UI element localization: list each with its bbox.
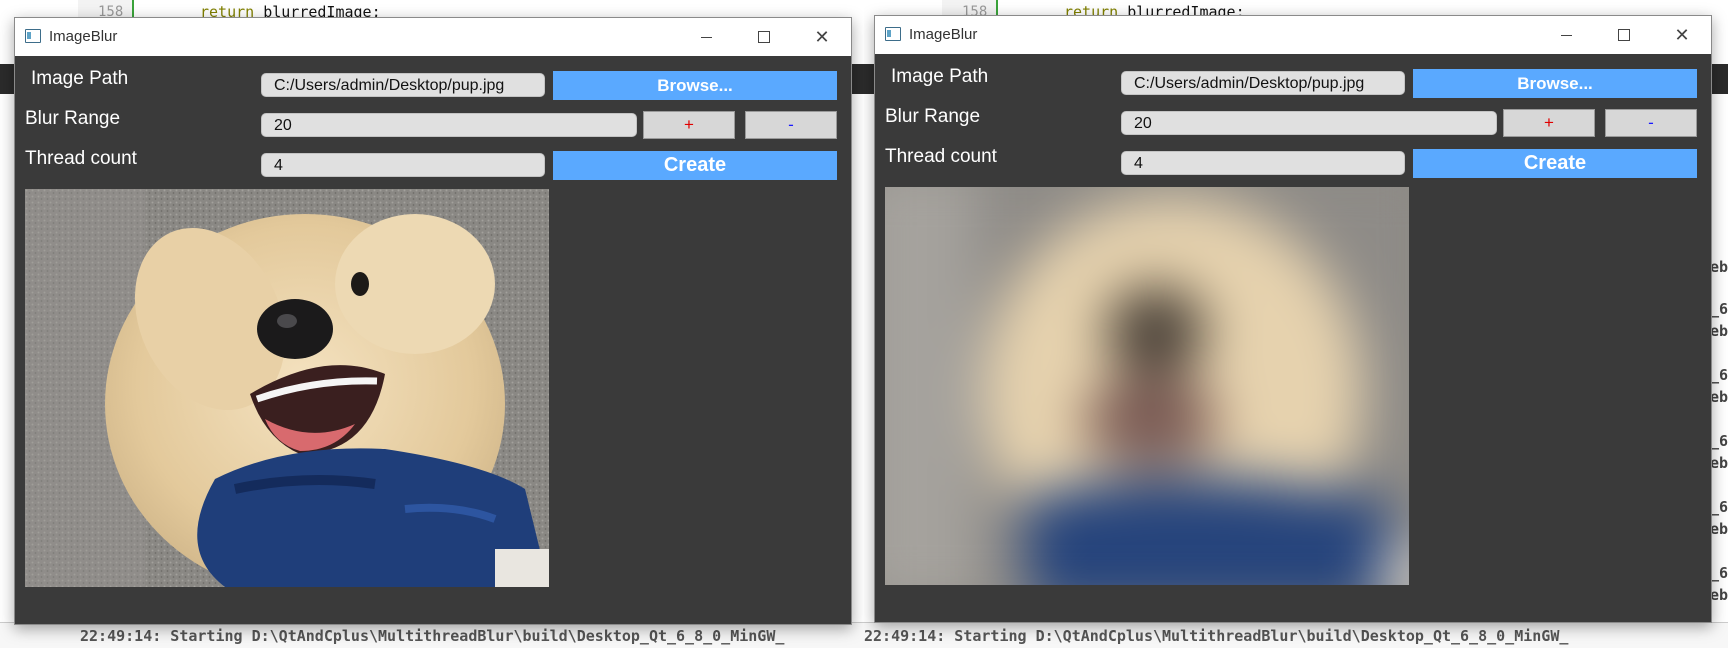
decrease-blur-button[interactable]: - — [1605, 109, 1697, 137]
browse-button[interactable]: Browse... — [553, 71, 837, 100]
blurred-puppy-photo — [885, 187, 1409, 585]
left-screenshot: 158 return blurredImage; 22:49:14: Start… — [0, 0, 864, 648]
compile-output: 22:49:14: Starting D:\QtAndCplus\Multith… — [864, 622, 1728, 648]
title-bar[interactable]: ImageBlur ✕ — [875, 16, 1711, 54]
puppy-photo — [25, 189, 549, 587]
compile-output: 22:49:14: Starting D:\QtAndCplus\Multith… — [0, 622, 864, 648]
decrease-blur-button[interactable]: - — [745, 111, 837, 139]
increase-blur-button[interactable]: + — [643, 111, 735, 139]
image-path-label: Image Path — [31, 68, 129, 89]
imageblur-window: ImageBlur ✕ Image Path C:/Users/admin/De… — [874, 15, 1712, 623]
output-fragment: _6 — [1709, 366, 1728, 384]
maximize-icon[interactable] — [1595, 16, 1653, 54]
output-fragment: eb — [1709, 322, 1728, 340]
right-screenshot: 158 return blurredImage; eb _6 eb _6 eb … — [864, 0, 1728, 648]
window-title: ImageBlur — [49, 28, 118, 45]
output-fragment: _6 — [1709, 498, 1728, 516]
thread-count-input[interactable]: 4 — [261, 153, 545, 177]
app-icon — [25, 29, 41, 43]
output-fragment: _6 — [1709, 564, 1728, 582]
image-path-input[interactable]: C:/Users/admin/Desktop/pup.jpg — [1121, 71, 1405, 95]
window-title: ImageBlur — [909, 26, 978, 43]
thread-count-label: Thread count — [885, 146, 997, 167]
output-fragment: eb — [1709, 454, 1728, 472]
blur-range-input[interactable]: 20 — [261, 113, 637, 137]
blur-range-input[interactable]: 20 — [1121, 111, 1497, 135]
close-icon[interactable]: ✕ — [1653, 16, 1711, 54]
image-preview — [25, 189, 549, 587]
imageblur-window: ImageBlur ✕ Image Path C:/Users/admin/De… — [14, 17, 852, 625]
output-fragment: _6 — [1709, 300, 1728, 318]
output-fragment: eb — [1709, 388, 1728, 406]
thread-count-label: Thread count — [25, 148, 137, 169]
maximize-icon[interactable] — [735, 18, 793, 56]
minimize-icon[interactable] — [677, 18, 735, 56]
output-fragment: eb — [1709, 586, 1728, 604]
thread-count-input[interactable]: 4 — [1121, 151, 1405, 175]
blur-range-label: Blur Range — [25, 108, 121, 129]
image-preview — [885, 187, 1409, 585]
create-button[interactable]: Create — [1413, 149, 1697, 178]
browse-button[interactable]: Browse... — [1413, 69, 1697, 98]
increase-blur-button[interactable]: + — [1503, 109, 1595, 137]
log-line: 22:49:14: Starting D:\QtAndCplus\Multith… — [864, 627, 1569, 645]
blur-range-label: Blur Range — [885, 106, 981, 127]
log-line: 22:49:14: Starting D:\QtAndCplus\Multith… — [80, 627, 785, 645]
minimize-icon[interactable] — [1537, 16, 1595, 54]
close-icon[interactable]: ✕ — [793, 18, 851, 56]
create-button[interactable]: Create — [553, 151, 837, 180]
app-icon — [885, 27, 901, 41]
output-fragment: eb — [1709, 258, 1728, 276]
image-path-input[interactable]: C:/Users/admin/Desktop/pup.jpg — [261, 73, 545, 97]
image-path-label: Image Path — [891, 66, 989, 87]
title-bar[interactable]: ImageBlur ✕ — [15, 18, 851, 56]
output-fragment: _6 — [1709, 432, 1728, 450]
output-fragment: eb — [1709, 520, 1728, 538]
